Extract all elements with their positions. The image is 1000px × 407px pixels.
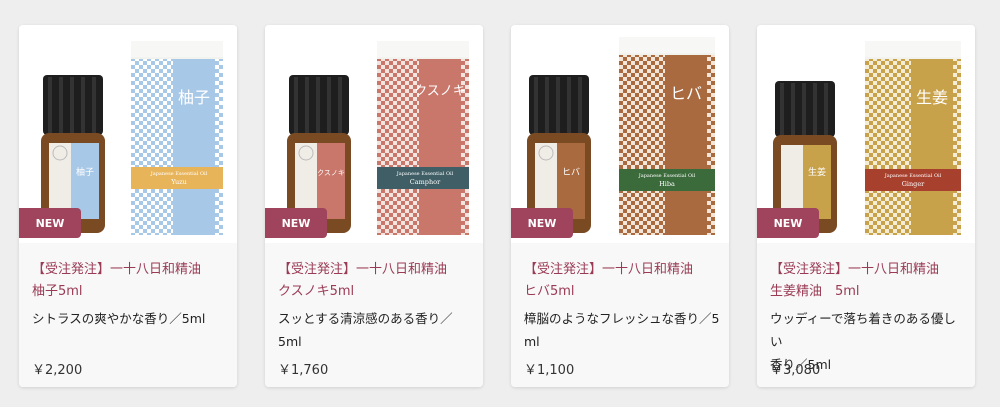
product-title[interactable]: 【受注発注】一十八日和精油 柚子5ml: [32, 259, 228, 303]
product-title-line2: 生姜精油 5ml: [770, 284, 860, 299]
box-label-sub: Japanese Essential Oil: [638, 173, 696, 179]
bottle-label: 生姜: [808, 166, 826, 178]
product-card[interactable]: クスノキ Japanese Essential Oil Camphor クスノキ…: [265, 25, 483, 387]
desc-line1: シトラスの爽やかな香り／5ml: [32, 311, 206, 326]
box-label-sub: Japanese Essential Oil: [150, 171, 208, 177]
box-label-en: Camphor: [410, 178, 441, 186]
product-info: 【受注発注】一十八日和精油 柚子5ml シトラスの爽やかな香り／5ml ￥2,2…: [19, 243, 237, 387]
box-label-name: クスノキ: [414, 84, 466, 99]
product-info: 【受注発注】一十八日和精油 ヒバ5ml 樟脳のようなフレッシュな香り／5 ml …: [511, 243, 729, 387]
product-image[interactable]: 生姜 Japanese Essential Oil Ginger 生姜 NEW: [757, 25, 975, 243]
product-title-line1: 【受注発注】一十八日和精油: [278, 262, 448, 277]
product-description: スッとする清涼感のある香り／5ml: [278, 307, 474, 353]
desc-line1: スッとする清涼感のある香り／5ml: [278, 311, 453, 349]
new-badge: NEW: [19, 208, 81, 238]
bottle-label: クスノキ: [317, 169, 345, 177]
product-price: ￥1,760: [278, 363, 329, 378]
product-image[interactable]: クスノキ Japanese Essential Oil Camphor クスノキ…: [265, 25, 483, 243]
product-card[interactable]: 柚子 Japanese Essential Oil Yuzu 柚子 NEW 【受…: [19, 25, 237, 387]
product-description: 樟脳のようなフレッシュな香り／5 ml: [524, 307, 720, 353]
product-price: ￥2,200: [32, 363, 83, 378]
desc-line1: ウッディーで落ち着きのある優しい: [770, 311, 956, 349]
product-info: 【受注発注】一十八日和精油 生姜精油 5ml ウッディーで落ち着きのある優しい …: [757, 243, 975, 387]
product-title[interactable]: 【受注発注】一十八日和精油 ヒバ5ml: [524, 259, 720, 303]
box-label-en: Yuzu: [170, 178, 187, 186]
box-label-sub: Japanese Essential Oil: [884, 173, 942, 179]
box-label-name: ヒバ: [670, 84, 702, 103]
product-title-line1: 【受注発注】一十八日和精油: [770, 262, 940, 277]
new-badge: NEW: [511, 208, 573, 238]
box-label-name: 生姜: [916, 88, 948, 107]
new-badge: NEW: [757, 208, 819, 238]
bottle-label: 柚子: [76, 166, 94, 178]
product-price: ￥1,100: [524, 363, 575, 378]
product-image[interactable]: ヒバ Japanese Essential Oil Hiba ヒバ NEW: [511, 25, 729, 243]
product-card[interactable]: 生姜 Japanese Essential Oil Ginger 生姜 NEW …: [757, 25, 975, 387]
new-badge: NEW: [265, 208, 327, 238]
box-label-name: 柚子: [178, 88, 210, 107]
box-label-en: Hiba: [659, 180, 675, 188]
product-image[interactable]: 柚子 Japanese Essential Oil Yuzu 柚子 NEW: [19, 25, 237, 243]
bottle-label: ヒバ: [562, 167, 580, 178]
product-title-line1: 【受注発注】一十八日和精油: [32, 262, 202, 277]
product-title[interactable]: 【受注発注】一十八日和精油 生姜精油 5ml: [770, 259, 966, 303]
desc-line2: ml: [524, 334, 540, 349]
product-title-line1: 【受注発注】一十八日和精油: [524, 262, 694, 277]
product-title[interactable]: 【受注発注】一十八日和精油 クスノキ5ml: [278, 259, 474, 303]
product-grid: 柚子 Japanese Essential Oil Yuzu 柚子 NEW 【受…: [0, 0, 1000, 407]
product-title-line2: 柚子5ml: [32, 284, 83, 299]
box-label-sub: Japanese Essential Oil: [396, 171, 454, 177]
product-description: シトラスの爽やかな香り／5ml: [32, 307, 228, 330]
product-card[interactable]: ヒバ Japanese Essential Oil Hiba ヒバ NEW 【受…: [511, 25, 729, 387]
product-title-line2: クスノキ5ml: [278, 284, 355, 299]
product-title-line2: ヒバ5ml: [524, 284, 575, 299]
desc-line1: 樟脳のようなフレッシュな香り／5: [524, 311, 720, 326]
product-price: ￥3,080: [770, 363, 821, 378]
box-label-en: Ginger: [902, 180, 925, 188]
product-info: 【受注発注】一十八日和精油 クスノキ5ml スッとする清涼感のある香り／5ml …: [265, 243, 483, 387]
